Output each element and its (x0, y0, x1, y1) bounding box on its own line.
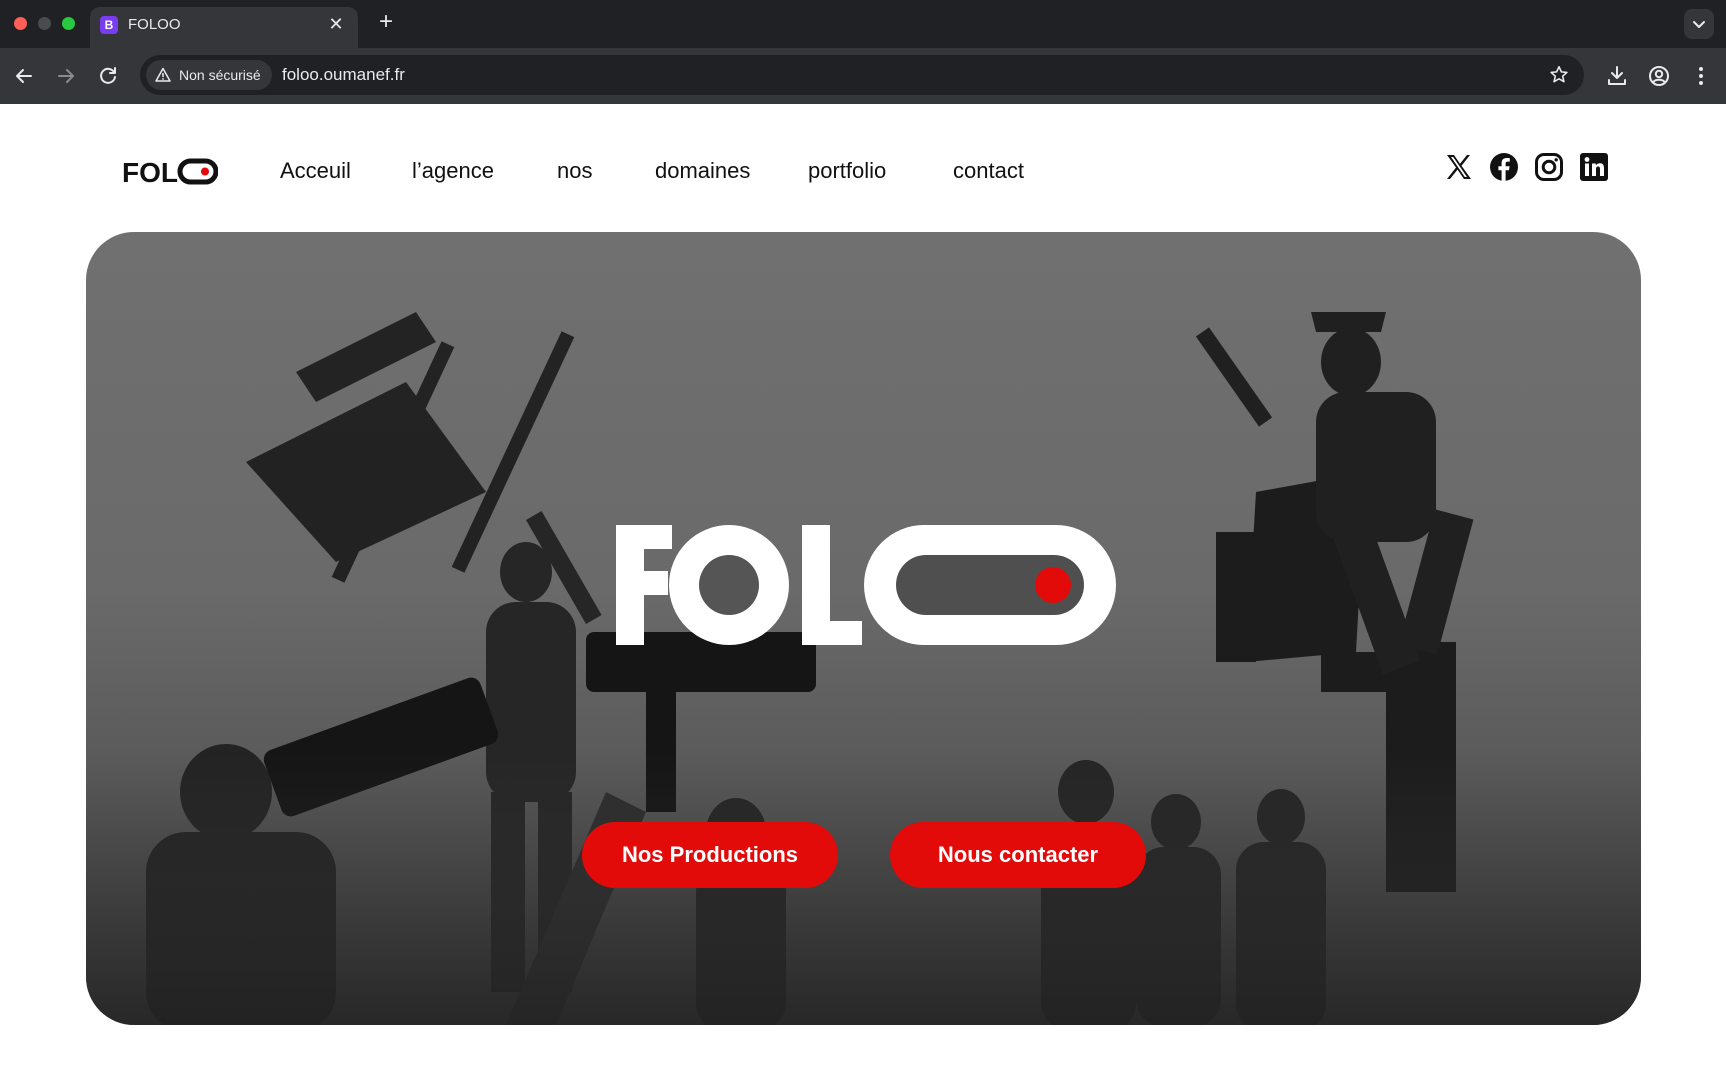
x-icon[interactable] (1444, 152, 1474, 182)
nav-item-portfolio[interactable]: portfolio (808, 154, 886, 188)
more-menu-icon[interactable] (1688, 63, 1714, 89)
browser-tab-bar: B FOLOO ✕ + (0, 0, 1726, 48)
tab-search-button[interactable] (1684, 9, 1714, 39)
profile-icon[interactable] (1646, 63, 1672, 89)
minimize-window-button[interactable] (38, 17, 51, 30)
tab-favicon-icon: B (100, 16, 118, 34)
back-button[interactable] (12, 64, 36, 88)
nav-item-domaines[interactable]: domaines (655, 154, 750, 188)
nos-productions-button[interactable]: Nos Productions (582, 822, 838, 888)
nav-item-nos[interactable]: nos (557, 154, 592, 188)
arrow-right-icon (58, 69, 74, 83)
nav-item-agence[interactable]: l’agence (412, 154, 494, 188)
chevron-down-icon (1693, 21, 1705, 28)
browser-toolbar: Non sécurisé foloo.oumanef.fr (0, 48, 1726, 104)
url-text[interactable]: foloo.oumanef.fr (282, 65, 405, 85)
reload-icon (100, 67, 116, 84)
warning-icon (155, 67, 171, 82)
hero-banner: Nos Productions Nous contacter (86, 232, 1641, 1025)
arrow-left-icon (16, 69, 32, 83)
svg-text:FOL: FOL (122, 157, 178, 188)
reload-button[interactable] (96, 64, 120, 88)
security-indicator[interactable]: Non sécurisé (146, 60, 272, 90)
instagram-icon[interactable] (1534, 152, 1564, 182)
download-icon[interactable] (1604, 63, 1630, 89)
nous-contacter-button[interactable]: Nous contacter (890, 822, 1146, 888)
foloo-logo-icon: FOL (122, 157, 219, 188)
new-tab-button[interactable]: + (374, 10, 398, 34)
facebook-icon[interactable] (1489, 152, 1519, 182)
browser-tab[interactable]: B FOLOO ✕ (90, 7, 358, 48)
close-window-button[interactable] (14, 17, 27, 30)
nav-item-contact[interactable]: contact (953, 154, 1024, 188)
linkedin-icon[interactable] (1579, 152, 1609, 182)
site-logo[interactable]: FOL (122, 154, 219, 188)
hero-brand-logo-icon (616, 525, 1116, 645)
maximize-window-button[interactable] (62, 17, 75, 30)
address-bar[interactable]: Non sécurisé foloo.oumanef.fr (140, 55, 1584, 95)
security-label: Non sécurisé (179, 67, 261, 83)
bookmark-star-icon[interactable] (1548, 64, 1570, 86)
tab-title: FOLOO (128, 16, 181, 33)
forward-button[interactable] (54, 64, 78, 88)
tab-close-button[interactable]: ✕ (326, 14, 346, 34)
webpage: FOL Acceuil l’agence nos domaines portfo… (0, 104, 1726, 1080)
nav-item-acceuil[interactable]: Acceuil (280, 154, 351, 188)
